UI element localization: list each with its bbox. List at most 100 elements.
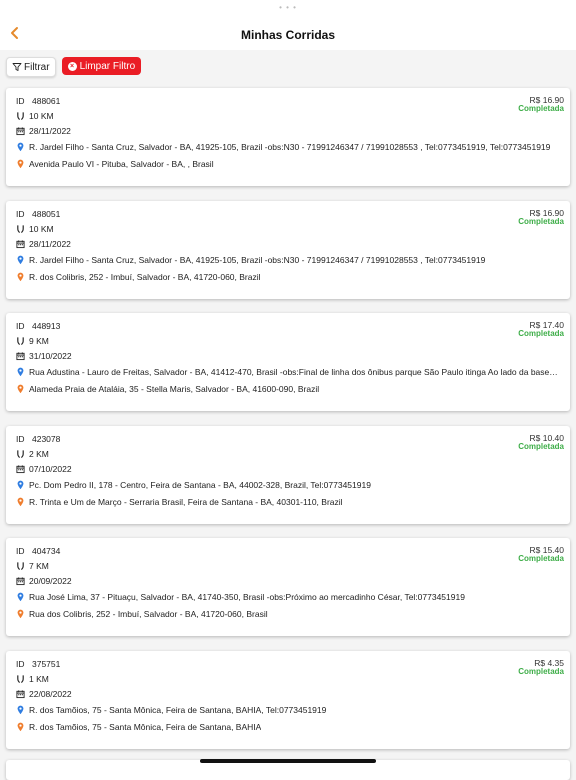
filter-button[interactable]: Filtrar	[6, 57, 56, 77]
ride-id-row: ID 404734	[16, 546, 60, 556]
ride-card-partial[interactable]	[6, 760, 570, 780]
ride-status: Completada	[518, 329, 564, 338]
clear-filter-label: Limpar Filtro	[79, 60, 136, 72]
ride-destination-row: R. dos Tamõios, 75 - Santa Mônica, Feira…	[16, 722, 261, 732]
ride-destination: R. dos Colibris, 252 - Imbuí, Salvador -…	[29, 271, 261, 282]
calendar-icon	[16, 239, 25, 248]
route-icon	[17, 674, 24, 683]
ride-card[interactable]: ID 448913 9 KM 31/10/2022 Rua Adustina - Lau…	[6, 313, 570, 411]
ride-date: 07/10/2022	[29, 463, 72, 474]
filter-button-label: Filtrar	[24, 61, 50, 73]
ride-origin: R. Jardel Filho - Santa Cruz, Salvador -…	[29, 142, 551, 152]
ride-destination: Rua dos Colibris, 252 - Imbuí, Salvador …	[29, 609, 268, 619]
ride-origin: R. dos Tamõios, 75 - Santa Mônica, Feira…	[29, 704, 327, 715]
ride-status: Completada	[518, 666, 564, 676]
ride-id: 488061	[32, 96, 61, 106]
ride-distance-row: 10 KM	[16, 111, 54, 121]
destination-pin-icon	[17, 159, 24, 169]
page-title: Minhas Corridas	[240, 28, 336, 42]
ride-card[interactable]: ID 404734 7 KM 20/09/2022 Rua José Lima, 37 …	[6, 538, 570, 636]
ride-date-row: 20/09/2022	[16, 576, 72, 586]
ride-distance: 10 KM	[29, 111, 54, 121]
origin-pin-icon	[17, 592, 24, 602]
ride-card[interactable]: ID 375751 1 KM 22/08/2022 R. dos Tamõios, 75…	[6, 650, 570, 749]
ride-destination: Alameda Praia de Ataláia, 35 - Stella Ma…	[29, 384, 320, 394]
ride-id-row: ID 423078	[16, 434, 60, 444]
destination-pin-icon	[17, 497, 24, 506]
ride-id-row: ID 448913	[16, 321, 60, 331]
ride-destination: R. Trinta e Um de Março - Serraria Brasi…	[29, 496, 343, 507]
ride-status: Completada	[518, 554, 564, 563]
funnel-icon	[12, 63, 22, 71]
route-icon	[17, 112, 24, 121]
ride-origin-row: R. Jardel Filho - Santa Cruz, Salvador -…	[16, 255, 485, 265]
ride-distance: 9 KM	[29, 336, 49, 346]
ride-date: 22/08/2022	[29, 688, 72, 699]
calendar-icon	[16, 577, 25, 586]
ride-id-row: ID 375751	[16, 659, 60, 669]
destination-pin-icon	[17, 272, 24, 281]
ride-origin-row: Rua Adustina - Lauro de Freitas, Salvado…	[16, 367, 559, 377]
ride-destination-row: Rua dos Colibris, 252 - Imbuí, Salvador …	[16, 609, 268, 619]
home-indicator	[200, 759, 376, 763]
route-icon	[17, 562, 24, 571]
ride-distance: 1 KM	[29, 673, 49, 684]
id-label: ID	[16, 433, 25, 444]
ride-distance: 7 KM	[29, 561, 49, 571]
ride-distance-row: 7 KM	[16, 561, 49, 571]
ride-date-row: 22/08/2022	[16, 689, 72, 699]
ride-id-row: ID 488061	[16, 96, 60, 106]
ride-date-row: 28/11/2022	[16, 239, 71, 249]
filter-bar: Filtrar × Limpar Filtro	[6, 57, 142, 77]
origin-pin-icon	[17, 255, 24, 264]
status-dots: • • •	[279, 3, 297, 12]
ride-origin: Rua Adustina - Lauro de Freitas, Salvado…	[29, 367, 559, 377]
ride-date: 20/09/2022	[29, 576, 72, 586]
ride-destination-row: Avenida Paulo VI - Pituba, Salvador - BA…	[16, 159, 214, 169]
ride-distance: 10 KM	[29, 223, 54, 234]
route-icon	[17, 337, 24, 346]
ride-destination-row: Alameda Praia de Ataláia, 35 - Stella Ma…	[16, 384, 319, 394]
ride-origin: Rua José Lima, 37 - Pituaçu, Salvador - …	[29, 592, 465, 602]
ride-card[interactable]: ID 488051 10 KM 28/11/2022 R. Jardel Filho -…	[6, 200, 570, 299]
ride-date: 28/11/2022	[29, 126, 71, 136]
destination-pin-icon	[17, 384, 24, 394]
ride-id: 404734	[32, 546, 61, 556]
ride-destination: R. dos Tamõios, 75 - Santa Mônica, Feira…	[29, 721, 262, 732]
ride-date: 31/10/2022	[29, 351, 72, 361]
ride-status: Completada	[518, 216, 564, 226]
ride-id: 375751	[32, 658, 61, 669]
destination-pin-icon	[17, 609, 24, 619]
ride-date: 28/11/2022	[29, 238, 71, 249]
ride-status: Completada	[518, 441, 564, 451]
ride-date-row: 31/10/2022	[16, 351, 72, 361]
id-label: ID	[16, 658, 25, 669]
ride-origin-row: R. Jardel Filho - Santa Cruz, Salvador -…	[16, 142, 550, 152]
app-header: • • • Minhas Corridas	[0, 0, 576, 50]
ride-origin-row: Rua José Lima, 37 - Pituaçu, Salvador - …	[16, 592, 465, 602]
calendar-icon	[16, 464, 25, 473]
ride-card[interactable]: ID 488061 10 KM 28/11/2022 R. Jardel Filho -…	[6, 88, 570, 186]
calendar-icon	[16, 352, 25, 361]
ride-id-row: ID 488051	[16, 209, 60, 219]
ride-origin: Pc. Dom Pedro II, 178 - Centro, Feira de…	[29, 479, 371, 490]
ride-destination-row: R. Trinta e Um de Março - Serraria Brasi…	[16, 497, 343, 507]
ride-card[interactable]: ID 423078 2 KM 07/10/2022 Pc. Dom Pedro II, …	[6, 425, 570, 524]
ride-id: 423078	[32, 433, 61, 444]
ride-origin-row: R. dos Tamõios, 75 - Santa Mônica, Feira…	[16, 705, 326, 715]
origin-pin-icon	[17, 142, 24, 152]
id-label: ID	[16, 546, 25, 556]
ride-origin: R. Jardel Filho - Santa Cruz, Salvador -…	[29, 254, 486, 265]
ride-distance-row: 1 KM	[16, 674, 49, 684]
ride-destination-row: R. dos Colibris, 252 - Imbuí, Salvador -…	[16, 272, 261, 282]
route-icon	[17, 449, 24, 458]
ride-origin-row: Pc. Dom Pedro II, 178 - Centro, Feira de…	[16, 480, 371, 490]
ride-distance-row: 9 KM	[16, 336, 49, 346]
destination-pin-icon	[17, 722, 24, 731]
ride-id: 448913	[32, 321, 61, 331]
clear-x-icon: ×	[67, 61, 77, 71]
route-icon	[17, 224, 24, 233]
clear-filter-button[interactable]: × Limpar Filtro	[61, 57, 142, 75]
ride-destination: Avenida Paulo VI - Pituba, Salvador - BA…	[29, 159, 214, 169]
ride-distance-row: 2 KM	[16, 449, 49, 459]
